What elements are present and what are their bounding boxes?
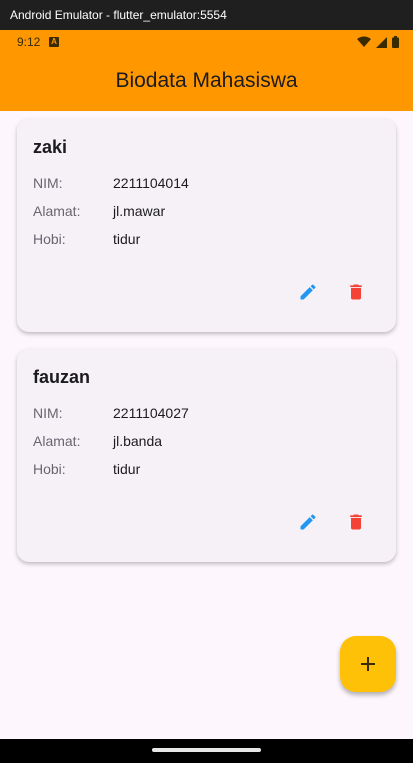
pencil-icon (300, 514, 316, 530)
pencil-icon (300, 284, 316, 300)
nim-value: 2211104014 (113, 175, 189, 191)
window-title: Android Emulator - flutter_emulator:5554 (0, 0, 413, 30)
delete-button[interactable] (342, 508, 370, 536)
emulator-window: Android Emulator - flutter_emulator:5554… (0, 0, 413, 763)
navigation-bar (0, 739, 413, 763)
alamat-label: Alamat: (33, 203, 81, 219)
page-title: Biodata Mahasiswa (115, 69, 298, 92)
student-name: fauzan (33, 367, 91, 387)
alamat-value: jl.mawar (113, 203, 166, 219)
nim-value: 2211104027 (113, 405, 189, 421)
trash-icon (350, 514, 362, 530)
trash-icon (350, 284, 362, 300)
hobi-value: tidur (113, 461, 141, 477)
student-name: zaki (33, 137, 68, 157)
notification-icon: A (49, 37, 59, 47)
edit-button[interactable] (294, 278, 322, 306)
alamat-label: Alamat: (33, 433, 81, 449)
delete-button[interactable] (342, 278, 370, 306)
student-card: fauzan NIM: 2211104027 Alamat: jl.banda … (17, 349, 396, 562)
nim-label: NIM: (33, 405, 63, 421)
student-card: zaki NIM: 2211104014 Alamat: jl.mawar Ho… (17, 119, 396, 332)
hobi-label: Hobi: (33, 231, 66, 247)
home-gesture-handle[interactable] (152, 748, 261, 752)
status-time: 9:12 (17, 35, 41, 49)
alamat-value: jl.banda (113, 433, 163, 449)
hobi-label: Hobi: (33, 461, 66, 477)
nim-label: NIM: (33, 175, 63, 191)
wifi-icon (357, 36, 371, 47)
app-screen: 9:12 A Biodata Mahasiswa zaki NIM: 22111… (0, 30, 413, 739)
plus-icon (361, 657, 375, 671)
add-student-button[interactable] (340, 636, 396, 692)
battery-icon (392, 36, 399, 48)
hobi-value: tidur (113, 231, 141, 247)
signal-icon (376, 36, 387, 48)
status-bar: 9:12 A (0, 30, 413, 55)
status-icons (357, 36, 399, 48)
edit-button[interactable] (294, 508, 322, 536)
app-bar: Biodata Mahasiswa (0, 55, 413, 111)
